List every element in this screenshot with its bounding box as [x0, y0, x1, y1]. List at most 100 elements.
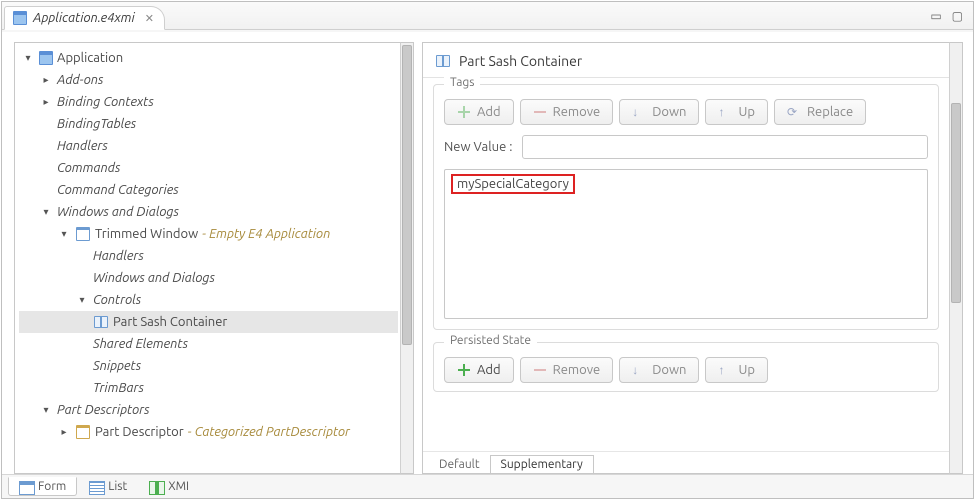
- application-icon: [13, 11, 27, 25]
- plus-icon: [457, 105, 471, 119]
- minimize-icon[interactable]: ▭: [930, 9, 941, 23]
- editor-footer-tabs: Form List XMI: [2, 474, 973, 498]
- button-label: Down: [652, 363, 686, 377]
- chevron-down-icon[interactable]: ▾: [39, 403, 53, 417]
- tree-scrollbar[interactable]: [400, 42, 414, 474]
- editor-tab-application[interactable]: Application.e4xmi ✕: [4, 6, 165, 30]
- button-label: Up: [738, 363, 754, 377]
- scrollbar-thumb[interactable]: [951, 103, 961, 303]
- tags-down-button[interactable]: Down: [619, 99, 699, 125]
- tree-item-handlers-2[interactable]: ▸ Handlers: [19, 245, 398, 267]
- tags-group: Tags Add Remove Down: [433, 84, 939, 330]
- persisted-remove-button[interactable]: Remove: [520, 357, 614, 383]
- tags-remove-button[interactable]: Remove: [520, 99, 614, 125]
- chevron-right-icon[interactable]: ▸: [57, 425, 71, 439]
- maximize-icon[interactable]: ▢: [952, 9, 963, 23]
- chevron-right-icon[interactable]: ▸: [39, 73, 53, 87]
- sash-container-icon: [435, 53, 451, 69]
- tree-item-commands[interactable]: ▸ Commands: [19, 157, 398, 179]
- tree-label: Part Descriptors: [57, 399, 150, 421]
- tree-item-windows-dialogs[interactable]: ▾ Windows and Dialogs: [19, 201, 398, 223]
- arrow-up-icon: [718, 363, 732, 377]
- tree-label: Add-ons: [57, 69, 104, 91]
- button-label: Add: [477, 363, 501, 377]
- tree-label: Handlers: [57, 135, 108, 157]
- button-label: Replace: [807, 105, 853, 119]
- tree-item-binding-contexts[interactable]: ▸ Binding Contexts: [19, 91, 398, 113]
- refresh-icon: [787, 105, 801, 119]
- tree-label: Application: [57, 47, 123, 69]
- tree-label: BindingTables: [57, 113, 136, 135]
- chevron-down-icon[interactable]: ▾: [75, 293, 89, 307]
- tree-item-trimmed-window[interactable]: ▾ Trimmed Window - Empty E4 Application: [19, 223, 398, 245]
- form-icon: [19, 481, 33, 493]
- tree-item-part-sash-container[interactable]: ▸ Part Sash Container: [19, 311, 398, 333]
- window-buttons: ▭ ▢: [930, 9, 973, 29]
- plus-icon: [457, 363, 471, 377]
- tree-label: Shared Elements: [93, 333, 188, 355]
- detail-title: Part Sash Container: [459, 53, 582, 69]
- footer-tab-xmi[interactable]: XMI: [139, 478, 199, 495]
- tree-item-part-descriptors[interactable]: ▾ Part Descriptors: [19, 399, 398, 421]
- tree-label: Command Categories: [57, 179, 179, 201]
- scrollbar-thumb[interactable]: [402, 45, 412, 345]
- tree-label: Binding Contexts: [57, 91, 154, 113]
- persisted-down-button[interactable]: Down: [619, 357, 699, 383]
- tree-item-controls[interactable]: ▾ Controls: [19, 289, 398, 311]
- button-label: Remove: [553, 105, 601, 119]
- detail-scrollbar[interactable]: [949, 42, 963, 474]
- persisted-up-button[interactable]: Up: [705, 357, 767, 383]
- persisted-state-group: Persisted State Add Remove Down: [433, 342, 939, 392]
- button-label: Up: [738, 105, 754, 119]
- detail-header: Part Sash Container: [423, 43, 949, 78]
- chevron-down-icon[interactable]: ▾: [39, 205, 53, 219]
- footer-tab-form[interactable]: Form: [8, 477, 77, 496]
- tag-item[interactable]: mySpecialCategory: [451, 174, 575, 194]
- tree-item-handlers[interactable]: ▸ Handlers: [19, 135, 398, 157]
- minus-icon: [533, 105, 547, 119]
- tags-list[interactable]: mySpecialCategory: [444, 169, 928, 319]
- tree-item-part-descriptor[interactable]: ▸ Part Descriptor - Categorized PartDesc…: [19, 421, 398, 443]
- editor-tab-label: Application.e4xmi: [33, 11, 135, 25]
- button-label: Down: [652, 105, 686, 119]
- arrow-up-icon: [718, 105, 732, 119]
- editor-tabbar: Application.e4xmi ✕ ▭ ▢: [2, 2, 973, 30]
- new-value-label: New Value :: [444, 140, 512, 154]
- application-icon: [39, 51, 53, 65]
- detail-tabs: Default Supplementary: [423, 451, 949, 473]
- persisted-add-button[interactable]: Add: [444, 357, 514, 383]
- tree-item-command-categories[interactable]: ▸ Command Categories: [19, 179, 398, 201]
- tree-item-addons[interactable]: ▸ Add-ons: [19, 69, 398, 91]
- tree-root[interactable]: ▾ Application: [19, 47, 398, 69]
- list-icon: [89, 481, 103, 493]
- tree-item-binding-tables[interactable]: ▸ BindingTables: [19, 113, 398, 135]
- tree-label: Controls: [93, 289, 141, 311]
- tree-label: Handlers: [93, 245, 144, 267]
- tags-add-button[interactable]: Add: [444, 99, 514, 125]
- tags-up-button[interactable]: Up: [705, 99, 767, 125]
- footer-tab-label: Form: [38, 480, 66, 493]
- window-icon: [75, 226, 91, 242]
- tree-label: Trimmed Window: [95, 223, 198, 245]
- chevron-down-icon[interactable]: ▾: [57, 227, 71, 241]
- tree-suffix: - Categorized PartDescriptor: [188, 421, 350, 443]
- xmi-icon: [149, 481, 163, 493]
- tab-supplementary[interactable]: Supplementary: [490, 455, 594, 474]
- part-descriptor-icon: [75, 424, 91, 440]
- tags-replace-button[interactable]: Replace: [774, 99, 866, 125]
- tree-item-windows-dialogs-2[interactable]: ▸ Windows and Dialogs: [19, 267, 398, 289]
- footer-tab-list[interactable]: List: [79, 478, 137, 495]
- new-value-input[interactable]: [522, 135, 928, 159]
- tree-label: Windows and Dialogs: [57, 201, 179, 223]
- tab-default[interactable]: Default: [429, 456, 490, 473]
- model-tree-pane: ▾ Application ▸ Add-ons ▸ Binding Contex…: [14, 42, 400, 474]
- chevron-down-icon[interactable]: ▾: [21, 51, 35, 65]
- detail-pane: Part Sash Container Tags Add Remove: [422, 42, 949, 474]
- tree-item-trimbars[interactable]: ▸ TrimBars: [19, 377, 398, 399]
- tree-item-snippets[interactable]: ▸ Snippets: [19, 355, 398, 377]
- tags-legend: Tags: [444, 76, 480, 89]
- tree-item-shared-elements[interactable]: ▸ Shared Elements: [19, 333, 398, 355]
- chevron-right-icon[interactable]: ▸: [39, 95, 53, 109]
- model-tree[interactable]: ▾ Application ▸ Add-ons ▸ Binding Contex…: [15, 43, 400, 447]
- close-icon[interactable]: ✕: [145, 12, 154, 25]
